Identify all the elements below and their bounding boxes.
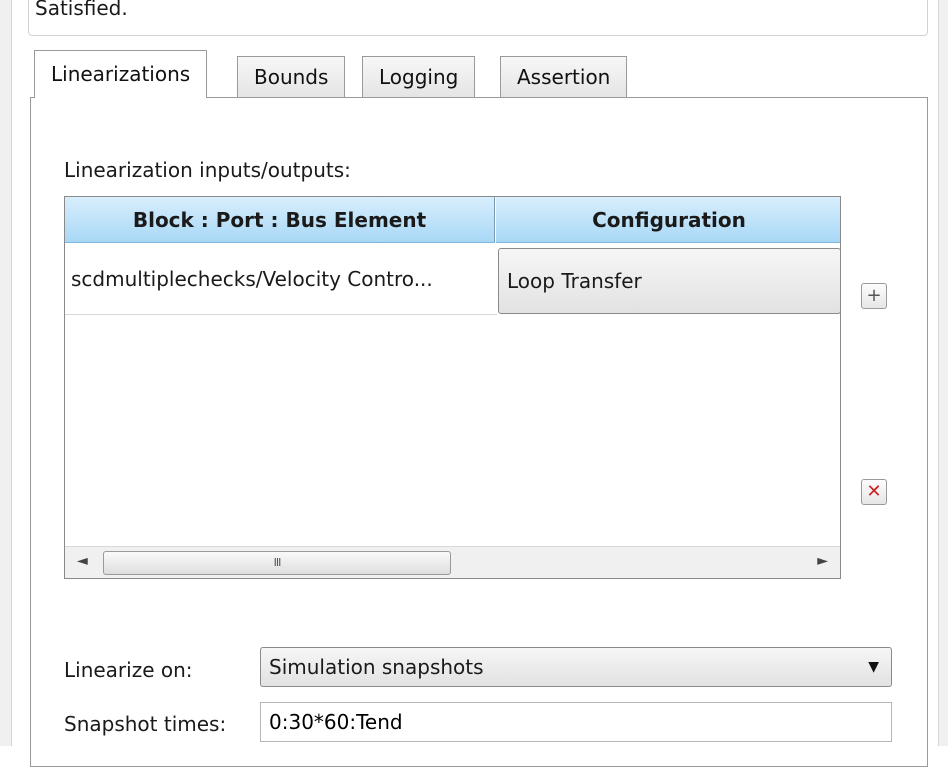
add-io-button[interactable]: +	[861, 283, 887, 309]
configuration-dropdown[interactable]: Loop Transfer	[498, 248, 840, 314]
snapshot-times-input[interactable]	[260, 702, 892, 742]
column-header-block[interactable]: Block : Port : Bus Element	[65, 197, 495, 243]
linearize-on-select[interactable]: Simulation snapshots ▼	[260, 647, 892, 687]
tab-linearizations[interactable]: Linearizations	[34, 50, 208, 98]
linearize-on-value: Simulation snapshots	[269, 655, 484, 679]
remove-io-button[interactable]: ✕	[861, 479, 887, 505]
io-table: Block : Port : Bus Element Configuration…	[64, 196, 841, 579]
scroll-left-icon[interactable]: ◄	[77, 553, 88, 569]
window-left-edge	[0, 0, 12, 746]
column-header-configuration[interactable]: Configuration	[496, 197, 840, 243]
scroll-right-icon[interactable]: ►	[817, 553, 828, 569]
status-panel: Satisfied.	[28, 0, 928, 36]
window-right-edge	[938, 0, 948, 746]
horizontal-scrollbar[interactable]: ◄ III ►	[65, 546, 840, 578]
snapshot-times-label: Snapshot times:	[64, 712, 227, 736]
status-text: Satisfied.	[35, 0, 128, 20]
scrollbar-thumb[interactable]: III	[103, 551, 451, 575]
linearize-on-label: Linearize on:	[64, 658, 193, 682]
plus-icon: +	[866, 285, 882, 306]
tab-logging[interactable]: Logging	[362, 56, 476, 98]
tab-assertion[interactable]: Assertion	[500, 56, 628, 98]
chevron-down-icon: ▼	[868, 659, 879, 675]
tab-bounds[interactable]: Bounds	[237, 56, 346, 98]
table-cell-block[interactable]: scdmultiplechecks/Velocity Contro...	[65, 243, 497, 315]
x-icon: ✕	[866, 481, 882, 502]
io-section-label: Linearization inputs/outputs:	[64, 158, 351, 182]
